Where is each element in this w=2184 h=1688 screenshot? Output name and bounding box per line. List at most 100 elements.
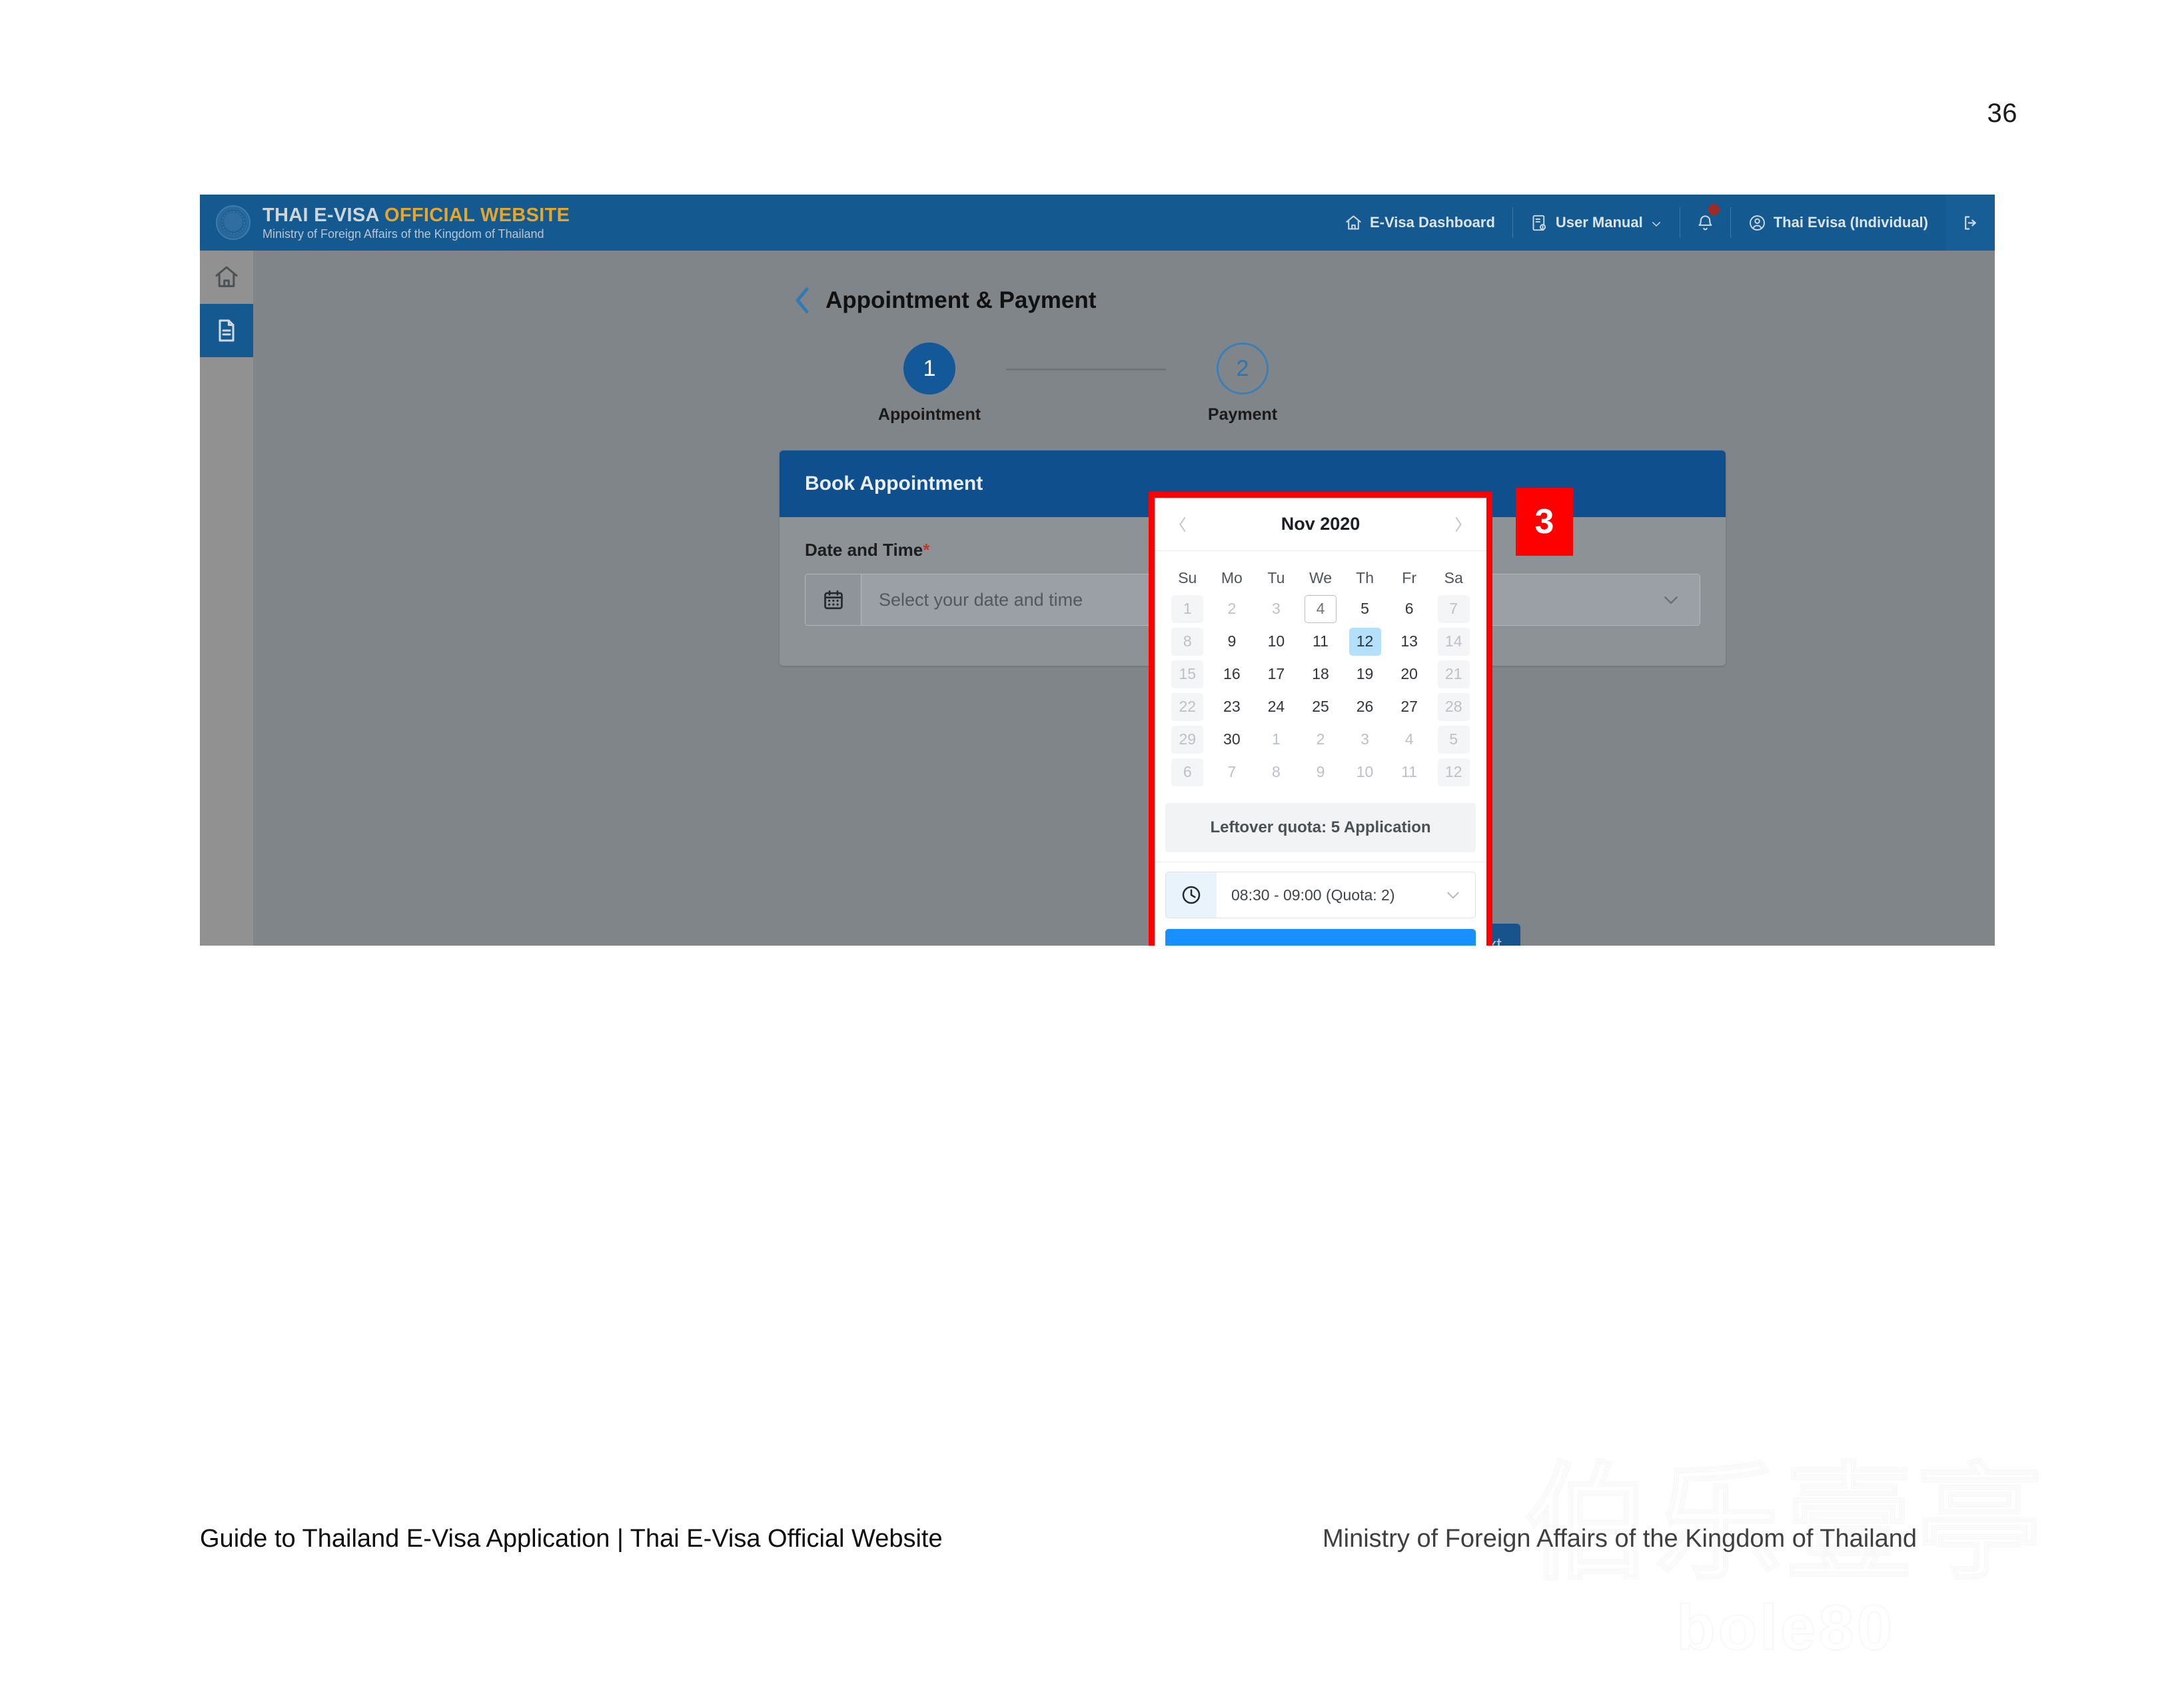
app-header: THAI E-VISA OFFICIAL WEBSITE Ministry of… xyxy=(200,195,1995,251)
calendar-day-cell-wrap: 5 xyxy=(1431,723,1476,756)
watermark: 伯乐壹亭 bole80 xyxy=(1524,1453,2043,1673)
calendar-weekday: Sa xyxy=(1444,568,1463,586)
calendar-day-1: 1 xyxy=(1272,730,1281,748)
chevron-down-icon xyxy=(1444,886,1475,904)
calendar-week-row: 6 7 8 9 10 11 12 xyxy=(1165,756,1476,788)
user-circle-icon xyxy=(1748,214,1766,232)
calendar-day-10: 10 xyxy=(1356,763,1374,780)
brand-title-part1: THAI E-VISA xyxy=(263,204,384,226)
garuda-emblem-icon xyxy=(216,205,251,240)
calendar-day-cell-wrap: 3 xyxy=(1343,723,1387,756)
calendar-weeks: 1 2 3 4 5 6 7 8 9 10 11 12 13 14 15 16 17 18 19 20 21 22 23 24 2… xyxy=(1165,592,1476,788)
bell-icon xyxy=(1696,214,1714,232)
page-title: Appointment & Payment xyxy=(825,287,1097,313)
step-payment-circle: 2 xyxy=(1217,343,1269,395)
step-appointment-circle: 1 xyxy=(903,343,955,395)
calendar-day-cell-wrap: 6 xyxy=(1387,592,1432,625)
nav-user-manual[interactable]: User Manual xyxy=(1513,207,1680,238)
chevron-left-icon xyxy=(1179,516,1185,532)
calendar-day-5[interactable]: 5 xyxy=(1349,595,1381,623)
page-head: Appointment & Payment xyxy=(791,285,1096,316)
date-and-time-label-text: Date and Time xyxy=(805,540,923,560)
calendar-day-25[interactable]: 25 xyxy=(1305,693,1337,721)
home-icon xyxy=(1345,214,1363,232)
calendar-day-4: 4 xyxy=(1404,730,1414,748)
calendar-day-16[interactable]: 16 xyxy=(1216,660,1248,688)
calendar-month-label: Nov 2020 xyxy=(1281,514,1361,534)
calendar-day-19[interactable]: 19 xyxy=(1349,660,1381,688)
sidebar-item-applications[interactable] xyxy=(200,304,253,357)
calendar-day-24[interactable]: 24 xyxy=(1260,693,1292,721)
calendar-day-22: 22 xyxy=(1171,692,1204,721)
calendar-day-8: 8 xyxy=(1272,763,1281,780)
chevron-left-icon xyxy=(796,287,809,314)
calendar-day-27[interactable]: 27 xyxy=(1393,693,1425,721)
calendar-day-2: 2 xyxy=(1227,600,1237,617)
calendar-day-10[interactable]: 10 xyxy=(1260,628,1292,656)
calendar-day-18[interactable]: 18 xyxy=(1305,660,1337,688)
calendar-weekday: We xyxy=(1309,568,1333,586)
calendar-day-8: 8 xyxy=(1171,627,1204,656)
calendar-day-11[interactable]: 11 xyxy=(1305,628,1337,656)
calendar-day-9[interactable]: 9 xyxy=(1216,628,1248,656)
calendar-day-cell-wrap: 8 xyxy=(1254,756,1299,788)
calendar-day-cell-wrap: 8 xyxy=(1165,625,1210,658)
calendar-day-20[interactable]: 20 xyxy=(1393,660,1425,688)
back-button[interactable] xyxy=(791,285,814,316)
calendar-day-6: 6 xyxy=(1171,758,1204,786)
slide: 36 伯乐壹亭 bole80 THAI E-VISA OFFICIAL WEBS… xyxy=(0,0,2184,1688)
calendar-day-cell-wrap: 12 xyxy=(1431,756,1476,788)
calendar-day-cell-wrap: 5 xyxy=(1343,592,1387,625)
nav-notifications[interactable] xyxy=(1680,204,1730,238)
calendar-weekday: Th xyxy=(1356,568,1374,586)
calendar-day-cell-wrap: 10 xyxy=(1343,756,1387,788)
leftover-quota-text: Leftover quota: 5 Application xyxy=(1165,803,1476,852)
calendar-day-30[interactable]: 30 xyxy=(1216,726,1248,754)
calendar-day-4[interactable]: 4 xyxy=(1304,594,1337,623)
calendar-day-5: 5 xyxy=(1437,725,1470,754)
step-appointment: 1 Appointment xyxy=(853,343,1006,424)
calendar-day-cell-wrap: 7 xyxy=(1210,756,1255,788)
calendar-day-cell-wrap: 29 xyxy=(1165,723,1210,756)
calendar-day-17[interactable]: 17 xyxy=(1260,660,1292,688)
calendar-week-row: 22 23 24 25 26 27 28 xyxy=(1165,690,1476,723)
calendar-day-1: 1 xyxy=(1171,594,1204,623)
calendar-day-cell-wrap: 30 xyxy=(1210,723,1255,756)
calendar-week-row: 8 9 10 11 12 13 14 xyxy=(1165,625,1476,658)
logout-button[interactable] xyxy=(1945,195,1995,251)
calendar-week-row: 29 30 1 2 3 4 5 xyxy=(1165,723,1476,756)
ok-button[interactable]: OK xyxy=(1165,929,1476,946)
calendar-weekday: Fr xyxy=(1402,568,1416,586)
page-number: 36 xyxy=(1987,99,2017,128)
nav-account[interactable]: Thai Evisa (Individual) xyxy=(1731,207,1945,238)
calendar-day-6[interactable]: 6 xyxy=(1393,595,1425,623)
calendar-next-month-button[interactable] xyxy=(1449,514,1469,534)
chevron-right-icon xyxy=(1456,516,1462,532)
calendar-weekday: Tu xyxy=(1267,568,1285,586)
calendar-day-cell-wrap: 15 xyxy=(1165,658,1210,690)
calendar-day-cell-wrap: 18 xyxy=(1299,658,1343,690)
brand-text: THAI E-VISA OFFICIAL WEBSITE Ministry of… xyxy=(263,205,570,241)
brand: THAI E-VISA OFFICIAL WEBSITE Ministry of… xyxy=(216,205,570,241)
footer-right-text: Ministry of Foreign Affairs of the Kingd… xyxy=(1323,1525,1917,1553)
calendar-day-26[interactable]: 26 xyxy=(1349,693,1381,721)
calendar-day-13[interactable]: 13 xyxy=(1393,628,1425,656)
time-slot-select[interactable]: 08:30 - 09:00 (Quota: 2) xyxy=(1165,872,1476,918)
application-window: THAI E-VISA OFFICIAL WEBSITE Ministry of… xyxy=(200,195,1995,946)
calendar-day-cell-wrap: 4 xyxy=(1299,592,1343,625)
step-payment: 2 Payment xyxy=(1166,343,1319,424)
calendar-day-23[interactable]: 23 xyxy=(1216,693,1248,721)
calendar-day-cell-wrap: 26 xyxy=(1343,690,1387,723)
chevron-down-icon xyxy=(1650,217,1662,229)
sidebar-item-home[interactable] xyxy=(200,251,253,304)
calendar-day-3: 3 xyxy=(1272,600,1281,617)
calendar-weekday: Su xyxy=(1178,568,1197,586)
calendar-day-12[interactable]: 12 xyxy=(1349,627,1381,656)
calendar-day-12: 12 xyxy=(1437,758,1470,786)
nav-evisa-dashboard[interactable]: E-Visa Dashboard xyxy=(1327,207,1512,238)
chevron-down-icon xyxy=(1661,590,1700,610)
home-icon xyxy=(215,266,238,287)
calendar-day-cell-wrap: 1 xyxy=(1254,723,1299,756)
calendar-day-cell-wrap: 25 xyxy=(1299,690,1343,723)
calendar-prev-month-button[interactable] xyxy=(1172,514,1192,534)
